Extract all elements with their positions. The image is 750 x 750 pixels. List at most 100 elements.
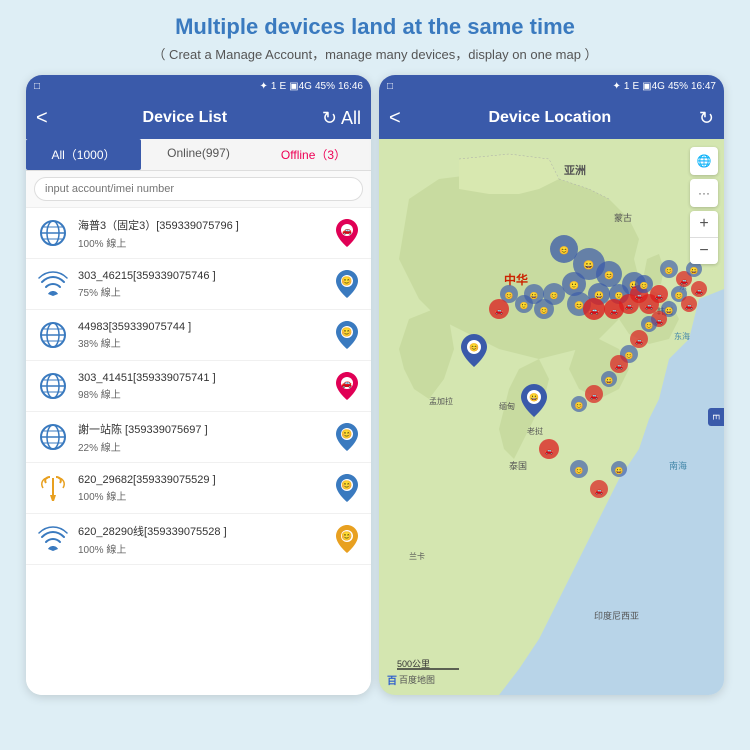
baidu-text: 百度地图 (399, 673, 435, 686)
layer-button[interactable]: ··· (690, 179, 718, 207)
tab-online[interactable]: Online(997) (141, 139, 256, 170)
zoom-out-button[interactable]: − (690, 238, 718, 264)
device-info: 620_29682[359339075529 ] 100% 線上 (78, 474, 325, 503)
right-time: 16:47 (691, 81, 716, 92)
svg-text:🚗: 🚗 (625, 303, 634, 310)
globe-icon (36, 318, 70, 352)
device-info: 303_41451[359339075741 ] 98% 線上 (78, 372, 325, 401)
left-network: E (279, 81, 286, 92)
svg-text:🙂: 🙂 (520, 301, 529, 310)
device-name: 303_41451[359339075741 ] (78, 372, 325, 384)
svg-text:🚗: 🚗 (615, 363, 624, 370)
device-item[interactable]: 620_29682[359339075529 ] 100% 線上 😊 (26, 463, 371, 514)
device-info: 謝一站陈 [359339075697 ] 22% 線上 (78, 421, 325, 454)
svg-text:缅甸: 缅甸 (499, 401, 515, 411)
device-item[interactable]: 44983[359339075744 ] 38% 線上 😊 (26, 310, 371, 361)
svg-text:🚗: 🚗 (342, 226, 352, 235)
right-back-button[interactable]: < (389, 107, 401, 130)
svg-text:😊: 😊 (469, 343, 479, 352)
svg-text:🚗: 🚗 (610, 308, 619, 315)
sub-title: （ Creat a Manage Account，manage many dev… (152, 44, 597, 63)
device-name: 謝一站陈 [359339075697 ] (78, 421, 325, 437)
left-signal: 1 (271, 81, 277, 92)
device-item[interactable]: 620_28290线[359339075528 ] 100% 線上 😊 (26, 514, 371, 565)
device-info: 海普3（固定3）[359339075796 ] 100% 線上 (78, 217, 325, 250)
svg-text:印度尼西亚: 印度尼西亚 (594, 610, 639, 621)
device-status: 98% 線上 (78, 386, 325, 401)
svg-text:南海: 南海 (669, 460, 687, 471)
globe-icon (36, 420, 70, 454)
device-status: 75% 線上 (78, 284, 325, 299)
map-container[interactable]: 南海 东海 亚洲 蒙古 中华 缅甸 老挝 泰国 兰卡 孟加拉 韩国 东 印度尼西… (379, 139, 724, 695)
left-nav-bar: < Device List ↻ All (26, 97, 371, 139)
page-wrapper: Multiple devices land at the same time （… (0, 0, 750, 750)
svg-text:😊: 😊 (505, 291, 514, 300)
antenna-icon (36, 471, 70, 505)
baidu-icon: 百 (387, 672, 397, 687)
header-section: Multiple devices land at the same time （… (132, 0, 617, 69)
svg-text:😊: 😊 (341, 276, 352, 286)
device-status: 38% 線上 (78, 335, 325, 350)
svg-text:😊: 😊 (341, 327, 352, 337)
tab-all[interactable]: All（1000） (26, 139, 141, 170)
svg-text:亚洲: 亚洲 (564, 164, 586, 177)
device-item[interactable]: 海普3（固定3）[359339075796 ] 100% 線上 🚗 (26, 208, 371, 259)
device-name: 620_28290线[359339075528 ] (78, 523, 325, 539)
svg-text:😊: 😊 (640, 281, 649, 290)
device-name: 44983[359339075744 ] (78, 321, 325, 333)
phones-container: □ ✦ 1 E ▣4G 45% 16:46 < Device List ↻ Al… (0, 69, 750, 705)
svg-text:🚗: 🚗 (595, 488, 604, 495)
svg-text:🚗: 🚗 (341, 378, 352, 388)
main-title: Multiple devices land at the same time (152, 14, 597, 40)
svg-text:😊: 😊 (559, 246, 569, 255)
left-time: 16:46 (338, 81, 363, 92)
svg-text:🚗: 🚗 (545, 448, 554, 455)
device-pin: 😊 (333, 423, 361, 451)
right-chat-icon: □ (387, 81, 393, 92)
device-info: 620_28290线[359339075528 ] 100% 線上 (78, 523, 325, 556)
device-pin: 😊 (333, 270, 361, 298)
zoom-in-button[interactable]: + (690, 211, 718, 237)
device-info: 44983[359339075744 ] 38% 線上 (78, 321, 325, 350)
device-item[interactable]: 303_46215[359339075746 ] 75% 線上 😊 (26, 259, 371, 310)
right-network: E (632, 81, 639, 92)
left-lte: ▣4G (289, 81, 312, 92)
device-name: 海普3（固定3）[359339075796 ] (78, 217, 325, 233)
svg-text:🚗: 🚗 (655, 293, 664, 300)
left-back-button[interactable]: < (36, 107, 48, 130)
svg-text:😀: 😀 (529, 393, 539, 402)
device-pin: 😊 (333, 474, 361, 502)
svg-text:🚗: 🚗 (590, 393, 599, 400)
svg-text:😊: 😊 (341, 480, 352, 490)
baidu-logo: 百 百度地图 (387, 672, 435, 687)
device-status: 100% 線上 (78, 488, 325, 503)
svg-text:泰国: 泰国 (509, 460, 527, 471)
svg-text:😊: 😊 (550, 291, 559, 300)
globe-icon (36, 369, 70, 403)
device-name: 303_46215[359339075746 ] (78, 270, 325, 282)
tab-offline[interactable]: Offline（3） (256, 139, 371, 170)
svg-text:😀: 😀 (690, 266, 699, 275)
svg-text:😊: 😊 (540, 306, 549, 315)
right-refresh-button[interactable]: ↻ (699, 108, 714, 129)
svg-text:兰卡: 兰卡 (409, 551, 425, 561)
left-bt-icon: ✦ (260, 81, 268, 92)
device-item[interactable]: 謝一站陈 [359339075697 ] 22% 線上 😊 (26, 412, 371, 463)
device-list: 海普3（固定3）[359339075796 ] 100% 線上 🚗 (26, 208, 371, 695)
device-status: 22% 線上 (78, 439, 325, 454)
right-phone: □ ✦ 1 E ▣4G 45% 16:47 < Device Location … (379, 75, 724, 695)
left-nav-action[interactable]: ↻ All (322, 108, 361, 129)
right-signal: 1 (624, 81, 630, 92)
globe-view-button[interactable]: 🌐 (690, 147, 718, 175)
device-item[interactable]: 303_41451[359339075741 ] 98% 線上 🚗 (26, 361, 371, 412)
left-nav-title: Device List (143, 109, 227, 127)
svg-text:东海: 东海 (674, 331, 690, 341)
svg-text:孟加拉: 孟加拉 (429, 396, 453, 406)
left-status-bar: □ ✦ 1 E ▣4G 45% 16:46 (26, 75, 371, 97)
svg-text:🙂: 🙂 (569, 281, 579, 290)
svg-text:😊: 😊 (575, 401, 584, 410)
search-input[interactable] (34, 177, 363, 201)
wifi-icon (36, 522, 70, 556)
search-bar (26, 171, 371, 208)
svg-text:😊: 😊 (341, 429, 352, 439)
